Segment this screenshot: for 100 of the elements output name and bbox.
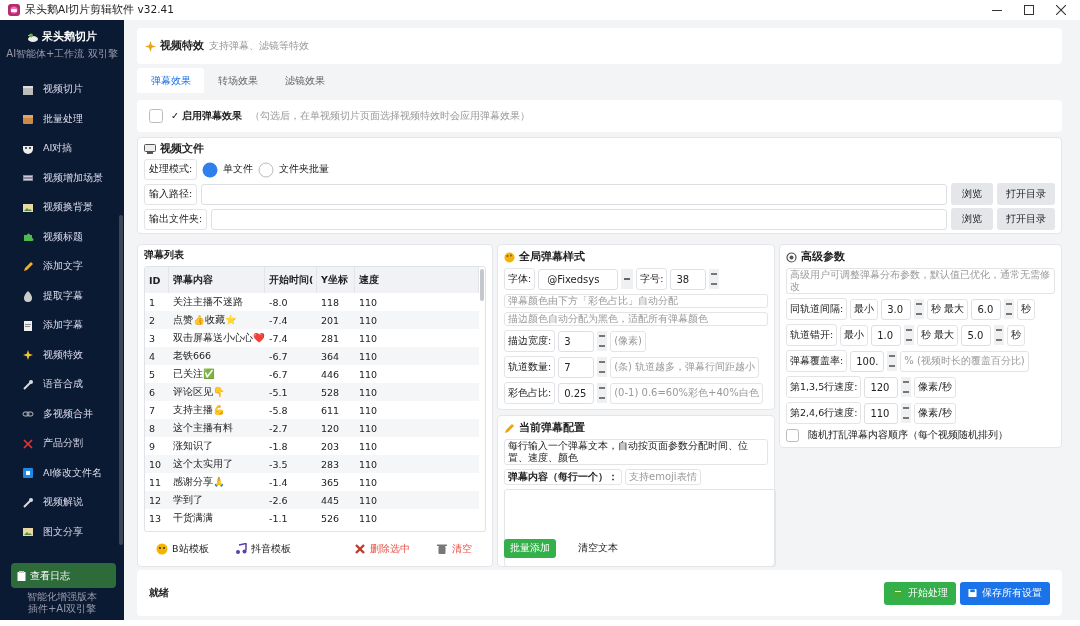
sidebar-item[interactable]: 视频增加场景 [0,163,118,193]
number-field[interactable]: 110 [864,402,899,424]
path-field[interactable] [211,208,947,230]
number-field[interactable]: 100. [850,350,885,372]
number-field[interactable]: 120 [864,376,899,398]
table-cell: 12 [145,491,169,509]
number-field[interactable]: 3.0 [881,298,912,320]
template-button[interactable]: 抖音模板 [234,542,291,556]
radio-button[interactable] [202,161,219,178]
sidebar-item[interactable]: 视频特效 [0,340,118,370]
square-icon [22,467,34,480]
sidebar-item[interactable]: 视频换背景 [0,193,118,223]
number-field[interactable]: 3 [558,330,595,352]
sidebar-item[interactable]: 提取字幕 [0,281,118,311]
spin-icon[interactable] [914,299,925,319]
table-cell: -2.6 [265,491,317,509]
number-field[interactable]: 6.0 [971,298,1002,320]
sidebar-item[interactable]: 多视频合并 [0,399,118,429]
clear-button[interactable]: 清空 [436,542,472,556]
sidebar-item[interactable]: AI对搞 [0,134,118,164]
clear-text-button[interactable]: 清空文本 [572,540,624,556]
spin-icon[interactable] [1004,299,1015,319]
spin-icon[interactable] [994,325,1005,345]
sidebar-item[interactable]: AI修改文件名 [0,458,118,488]
spin-icon[interactable] [597,383,608,403]
table-cell: 201 [317,311,355,329]
table-cell: 120 [317,419,355,437]
spin-icon[interactable] [597,357,608,377]
browse-button[interactable]: 浏览 [951,208,993,230]
sidebar-item[interactable]: 添加文字 [0,252,118,282]
status-text: 就绪 [149,586,170,600]
number-field[interactable]: 5.0 [961,324,992,346]
unit-label: 秒 [1007,324,1026,346]
sidebar-item[interactable]: 视频解说 [0,488,118,518]
number-field[interactable]: 1.0 [871,324,902,346]
text-area[interactable] [504,489,776,567]
pencil-icon [22,260,34,273]
field-label: 第1,3,5行速度: [786,376,862,398]
maximize-icon[interactable] [1024,5,1034,15]
spin-icon[interactable] [597,331,608,351]
image-icon [22,201,34,214]
table-cell: 4 [145,347,169,365]
sidebar-item[interactable]: 图文分享 [0,517,118,547]
scrollbar[interactable] [119,215,123,545]
tab[interactable]: 弹幕效果 [137,68,204,93]
spin-icon[interactable] [901,403,912,423]
template-button[interactable]: B站模板 [156,542,209,556]
browse-button[interactable]: 浏览 [951,183,993,205]
field-label: 弹幕覆盖率: [786,350,848,372]
dropdown-icon[interactable] [621,269,634,289]
sidebar-item[interactable]: 批量处理 [0,104,118,134]
clipboard-icon [17,570,26,581]
font-select[interactable]: @Fixedsys [538,268,619,290]
unit-label: (0-1) 0.6=60%彩色+40%白色 [610,382,763,404]
table-cell: 评论区见👇 [169,383,265,401]
path-field[interactable] [201,183,947,205]
tagline: AI智能体+工作流 双引擎 [6,47,118,61]
table-cell: 445 [317,491,355,509]
drop-icon [22,290,34,303]
spin-icon[interactable] [887,351,898,371]
table-cell: -3.5 [265,455,317,473]
close-icon[interactable] [1056,5,1066,15]
open-folder-button[interactable]: 打开目录 [997,183,1055,205]
sidebar-item[interactable]: 语音合成 [0,370,118,400]
palette-icon [504,251,515,263]
unit-label: (条) 轨道越多，弹幕行间距越小 [610,356,760,378]
tab[interactable]: 转场效果 [204,68,271,93]
table-cell: 110 [355,491,479,509]
sidebar-item[interactable]: 视频切片 [0,75,118,105]
microphone-icon [22,496,34,509]
spin-icon[interactable] [901,377,912,397]
hint-text: 支持emoji表情 [625,469,701,485]
number-field[interactable]: 38 [670,268,707,290]
sidebar-item[interactable]: 产品分割 [0,429,118,459]
table-cell: 528 [317,383,355,401]
number-field[interactable]: 7 [558,356,595,378]
page-title: 视频特效 [145,39,204,53]
puzzle-icon [22,231,34,244]
table-cell: 110 [355,419,479,437]
checkbox-label: ✓ 启用弹幕效果 [171,109,243,123]
log-button[interactable]: 查看日志 [11,563,116,588]
save-button[interactable]: 保存所有设置 [960,581,1050,605]
checkbox[interactable] [149,109,163,123]
delete-button[interactable]: 删除选中 [354,542,410,556]
footer-text: 插件+AI双引擎 [27,603,97,615]
radio-button[interactable] [258,161,275,178]
open-folder-button[interactable]: 打开目录 [997,208,1055,230]
table-cell: -6.7 [265,347,317,365]
tab[interactable]: 滤镜效果 [271,68,338,93]
sidebar-item[interactable]: 添加字幕 [0,311,118,341]
note-text: 每行输入一个弹幕文本，自动按页面参数分配时间、位置、速度、颜色 [504,439,768,465]
checkbox[interactable] [786,428,799,442]
number-field[interactable]: 0.25 [558,382,595,404]
sidebar-item[interactable]: 视频标题 [0,222,118,252]
table-cell: 110 [355,383,479,401]
section-title: 当前弹幕配置 [504,421,768,435]
scrollbar[interactable] [480,269,484,301]
spin-icon[interactable] [709,269,720,289]
spin-icon[interactable] [904,325,915,345]
note-text: 描边颜色自动分配为黑色，适配所有弹幕颜色 [504,312,768,326]
